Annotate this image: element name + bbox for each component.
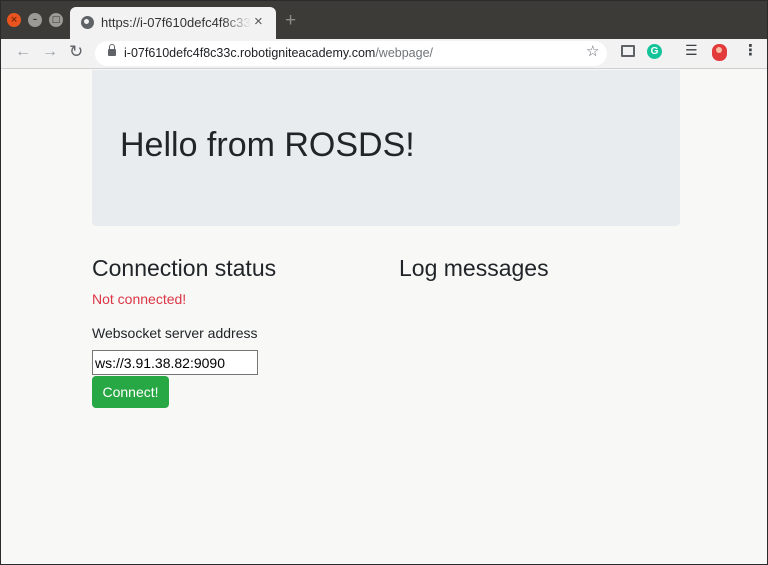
browser-menu-kebab-icon[interactable]: ⋮ [743, 43, 758, 58]
log-messages-heading: Log messages [399, 255, 549, 281]
status-text: Not connected! [92, 291, 187, 307]
url-path: /webpage/ [375, 46, 433, 60]
new-tab-plus-icon[interactable]: + [285, 11, 296, 30]
globe-icon [81, 16, 94, 29]
jumbotron: Hello from ROSDS! [92, 70, 680, 226]
log-column: Log messages [399, 255, 679, 282]
websocket-address-input[interactable] [92, 350, 258, 375]
reload-icon[interactable]: ↻ [69, 43, 83, 60]
url-host: i-07f610defc4f8c33c.robotigniteacademy.c… [124, 46, 376, 60]
tab-close-icon[interactable]: × [254, 14, 263, 29]
browser-toolbar: ← → ↻ i-07f610defc4f8c33c.robotigniteaca… [1, 39, 767, 69]
window-close-icon[interactable]: × [7, 13, 21, 27]
back-arrow-icon[interactable]: ← [15, 44, 31, 60]
reading-list-icon[interactable]: ☰ [685, 43, 698, 57]
window-maximize-icon[interactable]: □ [49, 13, 63, 27]
tab-title: https://i-07f610defc4f8c33c.robotignitea… [101, 15, 251, 30]
web-page: Hello from ROSDS! Connection status Not … [1, 70, 767, 564]
cast-icon[interactable] [621, 45, 635, 57]
lock-icon [108, 44, 116, 56]
url-text[interactable]: i-07f610defc4f8c33c.robotigniteacademy.c… [124, 46, 433, 60]
window-minimize-icon[interactable]: – [28, 13, 42, 27]
address-label: Websocket server address [92, 325, 258, 341]
page-title: Hello from ROSDS! [120, 126, 415, 164]
connection-status-heading: Connection status [92, 255, 277, 281]
profile-avatar-icon[interactable] [712, 44, 727, 61]
connection-column: Connection status Not connected! Websock… [92, 255, 372, 408]
browser-window: × – □ https://i-07f610defc4f8c33c.roboti… [0, 0, 768, 565]
grammarly-extension-icon[interactable]: G [647, 44, 662, 59]
connect-button[interactable]: Connect! [92, 376, 169, 408]
title-bar: × – □ https://i-07f610defc4f8c33c.roboti… [1, 1, 767, 39]
browser-tab[interactable]: https://i-07f610defc4f8c33c.robotignitea… [70, 7, 276, 39]
address-bar[interactable]: i-07f610defc4f8c33c.robotigniteacademy.c… [95, 41, 607, 66]
forward-arrow-icon[interactable]: → [42, 44, 58, 60]
bookmark-star-icon[interactable]: ☆ [586, 44, 599, 59]
